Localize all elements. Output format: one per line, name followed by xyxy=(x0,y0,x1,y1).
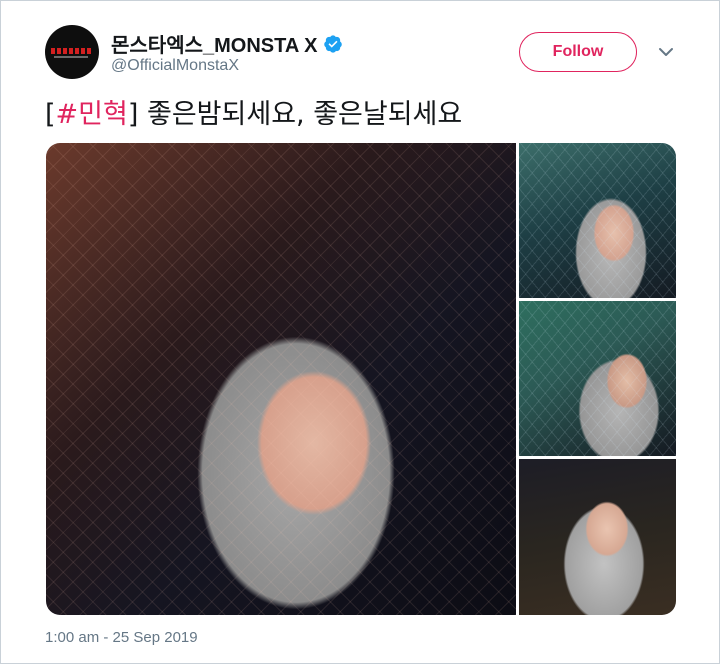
tweet-body: 좋은밤되세요, 좋은날되세요 xyxy=(138,99,463,130)
tweet-timestamp[interactable]: 1:00 am - 25 Sep 2019 xyxy=(45,629,198,646)
display-name[interactable]: 몬스타엑스_MONSTA X xyxy=(111,29,317,58)
user-handle[interactable]: @OfficialMonstaX xyxy=(111,57,239,75)
monsta-x-logo-subtitle-mark xyxy=(54,56,88,58)
selfie-photo-2[interactable] xyxy=(519,143,676,298)
follow-button[interactable]: Follow xyxy=(519,32,637,72)
chevron-down-icon[interactable] xyxy=(657,45,675,59)
selfie-photo-main[interactable] xyxy=(46,143,516,615)
name-row: 몬스타엑스_MONSTA X xyxy=(111,29,343,58)
net-texture xyxy=(519,143,676,298)
monsta-x-logo-mark xyxy=(51,48,91,54)
hashtag-link[interactable]: #민혁 xyxy=(56,99,128,130)
bracket-close: ] xyxy=(127,99,139,130)
avatar[interactable] xyxy=(45,25,99,79)
selfie-photo-3[interactable] xyxy=(519,301,676,456)
net-texture xyxy=(519,301,676,456)
media-grid xyxy=(46,143,676,615)
tweet-text: [#민혁] 좋은밤되세요, 좋은날되세요 xyxy=(45,97,462,133)
tweet-card: 몬스타엑스_MONSTA X @OfficialMonstaX Follow [… xyxy=(0,0,720,664)
verified-badge-icon xyxy=(324,34,343,53)
bracket-open: [ xyxy=(45,99,56,130)
net-texture xyxy=(46,143,516,615)
selfie-photo-4[interactable] xyxy=(519,459,676,615)
